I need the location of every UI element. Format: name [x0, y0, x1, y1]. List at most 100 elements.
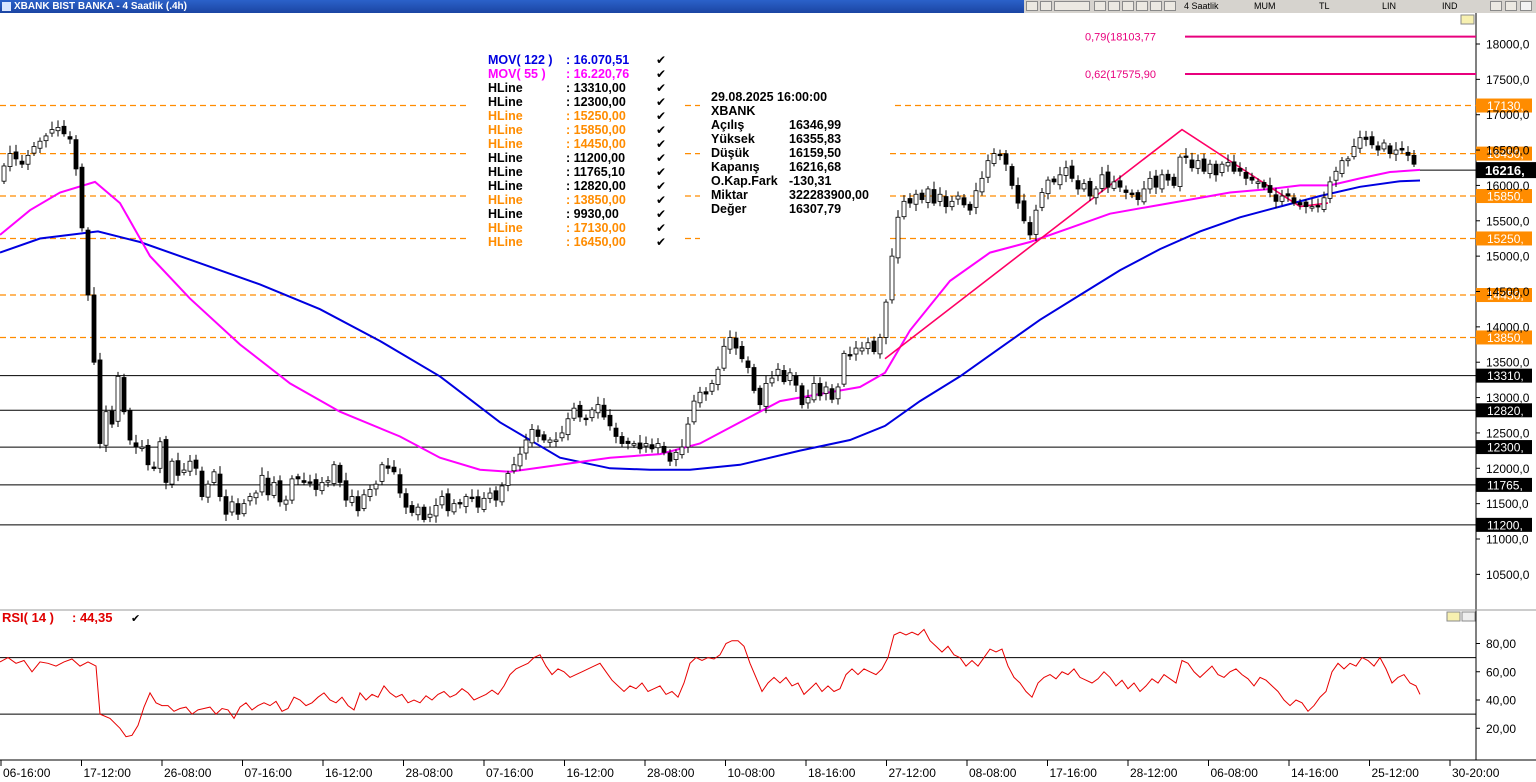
hline-label-3: 15250,	[1487, 232, 1524, 246]
legend-value-9: : 12820,00	[566, 179, 626, 193]
candle-body-15	[91, 294, 97, 363]
candle-body-60	[361, 494, 367, 509]
candle-body-115	[691, 400, 697, 423]
y-tick-label-12: 16500,0	[1486, 144, 1530, 158]
candle-body-119	[715, 368, 721, 385]
legend-value-0: : 16.070,51	[566, 53, 629, 67]
candle-body-84	[505, 473, 511, 486]
legend-value-12: : 17130,00	[566, 221, 626, 235]
candle-body-103	[619, 436, 625, 444]
candle-body-36	[217, 473, 223, 497]
candle-body-198	[1189, 159, 1195, 169]
candle-body-25	[151, 466, 157, 469]
candle-body-9	[55, 127, 61, 132]
legend-name-0: MOV( 122 )	[488, 53, 553, 67]
candle-body-93	[559, 432, 565, 439]
y-tick-label-2: 11500,0	[1486, 497, 1529, 511]
legend-value-4: : 15250,00	[566, 109, 626, 123]
candle-body-3	[19, 160, 25, 165]
candle-body-122	[733, 337, 739, 349]
candle-body-87	[523, 439, 529, 454]
rsi-tick-label-3: 80,00	[1486, 637, 1516, 651]
candle-body-48	[289, 478, 295, 501]
candle-body-143	[859, 347, 865, 352]
candle-body-196	[1177, 156, 1183, 187]
candle-body-1	[7, 153, 13, 167]
legend-check-icon-6: ✔	[656, 137, 666, 151]
legend-check-icon-8: ✔	[656, 165, 666, 179]
x-tick-label-13: 17-16:00	[1050, 766, 1098, 780]
candle-body-164	[985, 160, 991, 178]
legend-name-13: HLine	[488, 235, 523, 249]
y-tick-label-15: 18000,0	[1486, 38, 1530, 52]
legend-name-6: HLine	[488, 137, 523, 151]
x-tick-label-8: 28-08:00	[647, 766, 695, 780]
candle-body-114	[685, 423, 691, 448]
rsi-value: : 44,35	[72, 610, 112, 625]
candle-body-90	[541, 434, 547, 441]
candle-body-107	[643, 443, 649, 447]
candle-body-7	[43, 135, 49, 142]
candle-body-192	[1153, 175, 1159, 188]
legend-check-icon-11: ✔	[656, 207, 666, 221]
hline-label-7: 12820,	[1487, 404, 1524, 418]
candle-body-16	[97, 359, 103, 444]
candle-body-158	[949, 200, 955, 208]
candle-body-23	[139, 446, 145, 449]
x-tick-label-1: 17-12:00	[84, 766, 132, 780]
candle-body-42	[253, 492, 259, 499]
x-tick-label-6: 07-16:00	[486, 766, 534, 780]
y-tick-label-1: 11000,0	[1486, 533, 1529, 547]
candle-body-129	[775, 368, 781, 376]
candle-body-207	[1243, 172, 1249, 179]
candle-body-81	[487, 492, 493, 499]
candle-body-82	[493, 490, 499, 501]
candle-body-101	[607, 414, 613, 427]
candle-body-223	[1339, 160, 1345, 174]
x-tick-label-7: 16-12:00	[567, 766, 615, 780]
candle-body-56	[337, 464, 343, 483]
candle-body-206	[1237, 168, 1243, 172]
candle-body-162	[973, 190, 979, 208]
candle-body-120	[721, 345, 727, 369]
candle-body-99	[595, 404, 601, 414]
info-label-3: Kapanış	[711, 160, 760, 174]
price-chart[interactable]: 17130,16450,15850,15250,14450,13850,1331…	[0, 0, 1536, 782]
candle-body-18	[109, 410, 115, 425]
y-tick-label-10: 15500,0	[1486, 214, 1530, 228]
candle-body-127	[763, 383, 769, 407]
candle-body-62	[373, 483, 379, 490]
rsi-tick-label-0: 20,00	[1486, 722, 1516, 736]
legend-value-5: : 15850,00	[566, 123, 626, 137]
candle-body-138	[829, 388, 835, 400]
candle-body-12	[73, 139, 79, 170]
candle-body-190	[1141, 188, 1147, 203]
candle-body-189	[1135, 192, 1141, 200]
candle-body-194	[1165, 173, 1171, 181]
y-tick-label-0: 10500,0	[1486, 568, 1530, 582]
candle-body-91	[547, 439, 553, 443]
y-tick-label-6: 13500,0	[1486, 356, 1530, 370]
panel-restore-icon	[1460, 14, 1475, 25]
candle-body-110	[661, 445, 667, 453]
x-tick-label-15: 06-08:00	[1211, 766, 1259, 780]
legend-check-icon-12: ✔	[656, 221, 666, 235]
candle-body-88	[529, 428, 535, 444]
candle-body-172	[1033, 209, 1039, 235]
x-tick-label-12: 08-08:00	[969, 766, 1017, 780]
legend-name-10: HLine	[488, 193, 523, 207]
candle-body-31	[187, 460, 193, 472]
candle-body-58	[349, 496, 355, 503]
rsi-restore-icon	[1446, 611, 1461, 622]
candle-body-10	[61, 125, 67, 135]
candle-body-68	[409, 505, 415, 513]
candle-body-20	[121, 377, 127, 413]
candle-body-175	[1051, 178, 1057, 183]
candle-body-128	[769, 377, 775, 384]
candle-body-144	[865, 342, 871, 350]
candle-body-44	[265, 477, 271, 496]
candle-body-121	[727, 337, 733, 350]
candle-body-156	[937, 193, 943, 202]
candle-body-213	[1279, 195, 1285, 202]
candle-body-111	[667, 452, 673, 462]
